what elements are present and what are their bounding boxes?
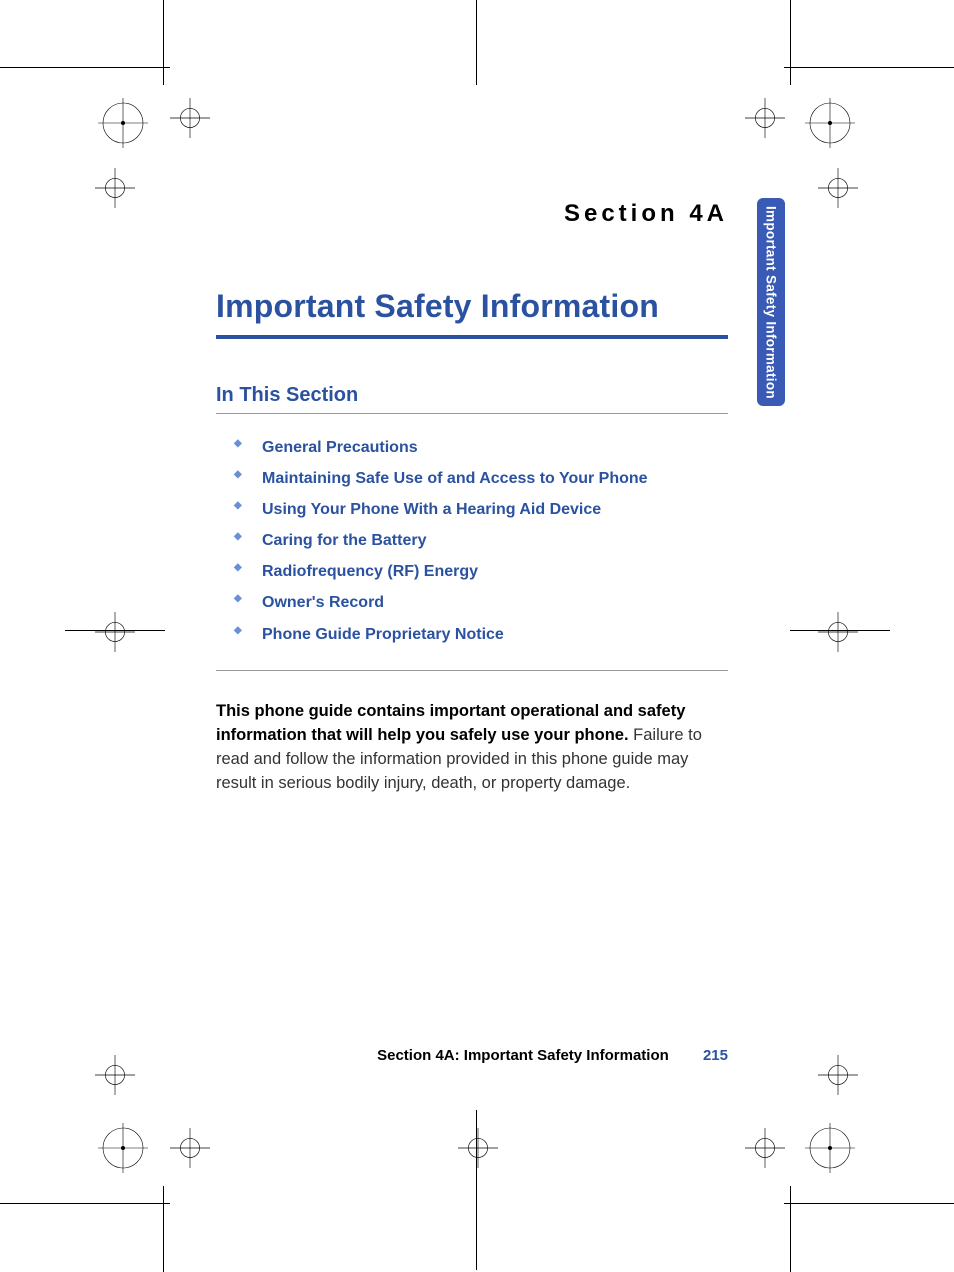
section-label: Section 4A (216, 200, 728, 228)
subheading: In This Section (216, 384, 728, 407)
crop-mark (0, 67, 170, 68)
body-paragraph: This phone guide contains important oper… (216, 700, 728, 796)
body-bold: This phone guide contains important oper… (216, 702, 685, 744)
crop-mark (784, 67, 954, 68)
crop-mark (784, 1203, 954, 1204)
toc-list: General Precautions Maintaining Safe Use… (234, 432, 728, 650)
crop-mark (163, 0, 164, 85)
registration-mark-icon (95, 168, 135, 208)
registration-mark-icon (818, 168, 858, 208)
registration-mark-icon (95, 612, 135, 652)
rule (216, 413, 728, 414)
page-footer: Section 4A: Important Safety Information… (216, 1047, 728, 1064)
registration-mark-icon (458, 1128, 498, 1168)
side-tab: Important Safety Information (757, 198, 785, 406)
registration-mark-icon (98, 1123, 148, 1173)
registration-mark-icon (745, 98, 785, 138)
toc-item: Radiofrequency (RF) Energy (234, 556, 728, 587)
crop-mark (476, 0, 477, 85)
registration-mark-icon (170, 1128, 210, 1168)
registration-mark-icon (170, 98, 210, 138)
toc-item: Owner's Record (234, 587, 728, 618)
registration-mark-icon (95, 1055, 135, 1095)
registration-mark-icon (818, 612, 858, 652)
title-underline (216, 335, 728, 339)
footer-label: Section 4A: Important Safety Information (377, 1047, 669, 1064)
page-title: Important Safety Information (216, 288, 728, 325)
registration-mark-icon (745, 1128, 785, 1168)
toc-item: Caring for the Battery (234, 525, 728, 556)
toc-item: General Precautions (234, 432, 728, 463)
registration-mark-icon (818, 1055, 858, 1095)
registration-mark-icon (805, 1123, 855, 1173)
side-tab-label: Important Safety Information (764, 206, 779, 399)
page-number: 215 (703, 1047, 728, 1064)
registration-mark-icon (98, 98, 148, 148)
toc-item: Phone Guide Proprietary Notice (234, 619, 728, 650)
toc-item: Using Your Phone With a Hearing Aid Devi… (234, 494, 728, 525)
crop-mark (163, 1186, 164, 1272)
crop-mark (790, 0, 791, 85)
rule (216, 670, 728, 671)
registration-mark-icon (805, 98, 855, 148)
page-content: Section 4A Important Safety Information … (216, 200, 728, 796)
crop-mark (0, 1203, 170, 1204)
toc-item: Maintaining Safe Use of and Access to Yo… (234, 463, 728, 494)
crop-mark (790, 1186, 791, 1272)
